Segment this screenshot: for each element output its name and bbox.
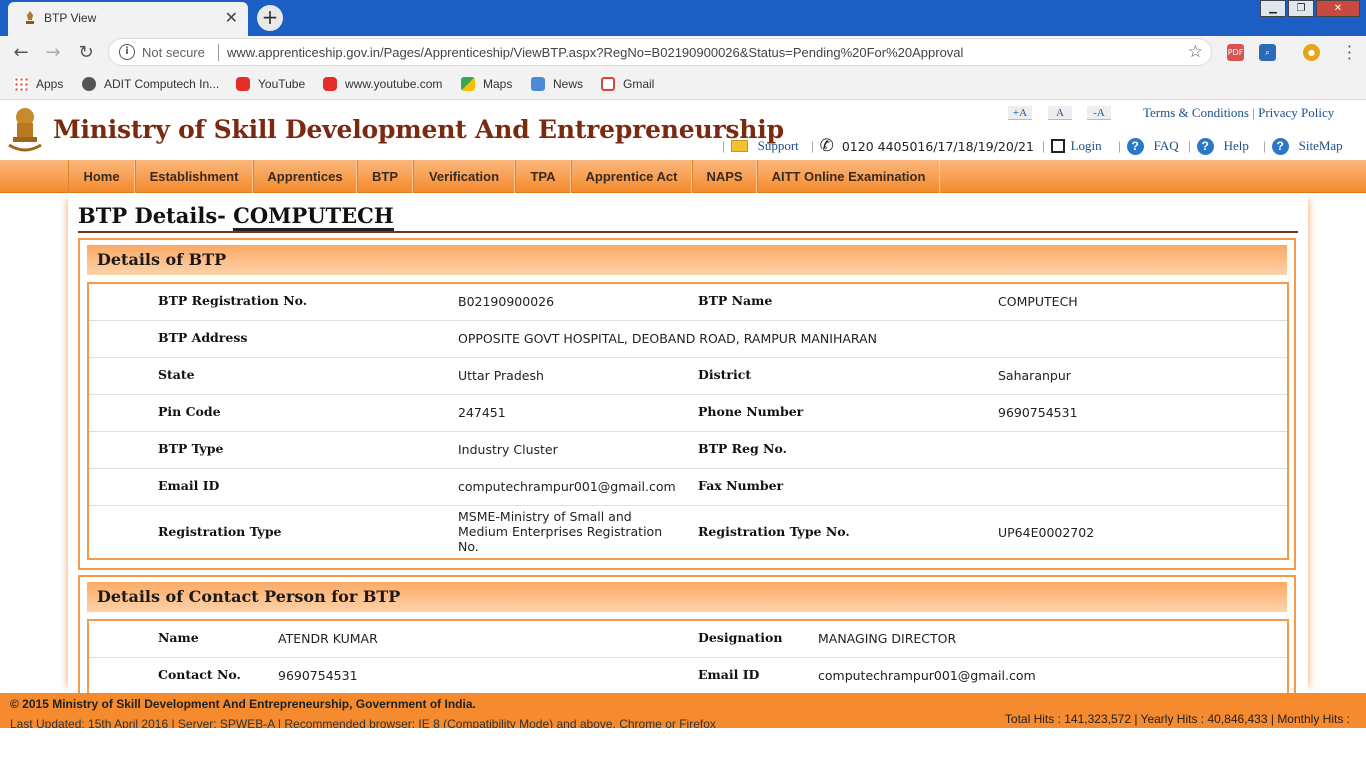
panel-header: Details of BTP bbox=[87, 245, 1287, 275]
nav-aitt-exam[interactable]: AITT Online Examination bbox=[757, 160, 940, 193]
new-tab-button[interactable]: + bbox=[257, 5, 283, 31]
btp-details-panel: Details of BTP BTP Registration No. B021… bbox=[78, 238, 1296, 570]
support-link[interactable]: | Support bbox=[722, 136, 799, 156]
back-icon[interactable]: ← bbox=[10, 42, 32, 64]
main-nav: Home Establishment Apprentices BTP Verif… bbox=[0, 160, 1366, 193]
nav-tpa[interactable]: TPA bbox=[515, 160, 571, 193]
contact-details-table: Name ATENDR KUMAR Designation MANAGING D… bbox=[87, 619, 1289, 693]
tab-title: BTP View bbox=[44, 11, 97, 25]
bookmarks-bar: Apps ADIT Computech In... YouTube www.yo… bbox=[0, 70, 1366, 100]
table-row: Email ID computechrampur001@gmail.com Fa… bbox=[89, 469, 1287, 506]
site-title: Ministry of Skill Development And Entrep… bbox=[53, 115, 784, 144]
external-link-icon bbox=[1050, 139, 1065, 153]
youtube-icon bbox=[236, 77, 250, 91]
nav-establishment[interactable]: Establishment bbox=[135, 160, 253, 193]
minimize-icon[interactable]: ▁ bbox=[1260, 0, 1286, 17]
maps-icon bbox=[461, 77, 475, 91]
font-normal-button[interactable]: A bbox=[1048, 106, 1072, 120]
url-text[interactable]: www.apprenticeship.gov.in/Pages/Apprenti… bbox=[227, 45, 963, 60]
question-icon: ? bbox=[1196, 137, 1214, 155]
bookmark-news[interactable]: News bbox=[531, 77, 583, 91]
bookmark-star-icon[interactable]: ☆ bbox=[1188, 42, 1203, 62]
table-row: State Uttar Pradesh District Saharanpur bbox=[89, 358, 1287, 395]
nav-home[interactable]: Home bbox=[68, 160, 135, 193]
nav-verification[interactable]: Verification bbox=[413, 160, 515, 193]
table-row: Contact No. 9690754531 Email ID computec… bbox=[158, 667, 1036, 683]
faq-link[interactable]: | ? FAQ bbox=[1118, 136, 1179, 156]
privacy-link[interactable]: Privacy Policy bbox=[1258, 105, 1334, 120]
btp-details-table: BTP Registration No. B02190900026 BTP Na… bbox=[87, 282, 1289, 560]
forward-icon[interactable]: → bbox=[42, 42, 64, 64]
font-decrease-button[interactable]: -A bbox=[1087, 106, 1111, 120]
phone-info: | ✆ 0120 4405016/17/18/19/20/21 bbox=[811, 136, 1034, 155]
bookmark-gmail[interactable]: Gmail bbox=[601, 77, 654, 91]
news-icon bbox=[531, 77, 545, 91]
bookmark-adit[interactable]: ADIT Computech In... bbox=[82, 77, 219, 91]
contact-details-panel: Details of Contact Person for BTP Name A… bbox=[78, 575, 1296, 693]
profile-extension-icon[interactable]: ● bbox=[1303, 44, 1320, 61]
page-title: BTP Details- COMPUTECH bbox=[78, 203, 394, 231]
top-links: Terms & Conditions | Privacy Policy bbox=[1143, 105, 1335, 120]
sitemap-link[interactable]: | ? SiteMap bbox=[1263, 136, 1343, 156]
bookmark-youtube[interactable]: YouTube bbox=[236, 77, 305, 91]
browser-titlebar: BTP View ✕ + ▁ ❐ ✕ bbox=[0, 0, 1366, 36]
nav-apprentice-act[interactable]: Apprentice Act bbox=[571, 160, 692, 193]
apps-grid-icon bbox=[14, 77, 28, 91]
copyright-text: © 2015 Ministry of Skill Development And… bbox=[10, 697, 476, 711]
address-divider bbox=[218, 44, 219, 61]
site-header: Ministry of Skill Development And Entrep… bbox=[0, 101, 1366, 161]
bookmark-maps[interactable]: Maps bbox=[461, 77, 512, 91]
terms-link[interactable]: Terms & Conditions bbox=[1143, 105, 1249, 120]
nav-btp[interactable]: BTP bbox=[357, 160, 413, 193]
browser-toolbar: ← → ↻ i Not secure www.apprenticeship.go… bbox=[0, 36, 1366, 70]
bookmark-youtube-com[interactable]: www.youtube.com bbox=[323, 77, 442, 91]
phone-icon: ✆ bbox=[819, 136, 834, 155]
security-label: Not secure bbox=[142, 45, 205, 60]
question-icon: ? bbox=[1271, 137, 1289, 155]
browser-menu-icon[interactable]: · · · bbox=[1347, 39, 1352, 67]
site-footer: © 2015 Ministry of Skill Development And… bbox=[0, 693, 1366, 728]
emblem-favicon-icon bbox=[26, 11, 34, 24]
main-content: BTP Details- COMPUTECH Details of BTP BT… bbox=[68, 193, 1308, 693]
table-row: Name ATENDR KUMAR Designation MANAGING D… bbox=[89, 621, 1287, 658]
youtube-icon bbox=[323, 77, 337, 91]
info-icon[interactable]: i bbox=[119, 44, 135, 60]
browser-tab[interactable]: BTP View ✕ bbox=[8, 2, 248, 36]
login-link[interactable]: | Login bbox=[1042, 136, 1102, 156]
title-divider bbox=[78, 231, 1298, 233]
search-extension-icon[interactable]: ⌕ bbox=[1259, 44, 1276, 61]
table-row: Pin Code 247451 Phone Number 9690754531 bbox=[89, 395, 1287, 432]
reload-icon[interactable]: ↻ bbox=[75, 42, 97, 64]
table-row: BTP Type Industry Cluster BTP Reg No. bbox=[89, 432, 1287, 469]
hit-counter: Total Hits : 141,323,572 | Yearly Hits :… bbox=[1004, 712, 1350, 726]
address-bar[interactable]: i Not secure www.apprenticeship.gov.in/P… bbox=[108, 38, 1212, 66]
window-controls: ▁ ❐ ✕ bbox=[1258, 0, 1360, 18]
help-link[interactable]: | ? Help bbox=[1188, 136, 1249, 156]
close-tab-icon[interactable]: ✕ bbox=[225, 8, 238, 27]
table-row: BTP Address OPPOSITE GOVT HOSPITAL, DEOB… bbox=[89, 321, 1287, 358]
blank-area bbox=[0, 728, 1366, 768]
window-close-icon[interactable]: ✕ bbox=[1316, 0, 1360, 17]
font-increase-button[interactable]: +A bbox=[1008, 106, 1032, 120]
national-emblem-icon bbox=[8, 108, 42, 152]
question-icon: ? bbox=[1126, 137, 1144, 155]
nav-apprentices[interactable]: Apprentices bbox=[253, 160, 357, 193]
bookmark-apps[interactable]: Apps bbox=[14, 77, 63, 91]
pdf-extension-icon[interactable]: PDF bbox=[1227, 44, 1244, 61]
table-row: Registration Type MSME-Ministry of Small… bbox=[158, 509, 1095, 554]
last-updated-text: Last Updated: 15th April 2016 | Server: … bbox=[10, 717, 716, 728]
table-row: BTP Registration No. B02190900026 BTP Na… bbox=[89, 284, 1287, 321]
mail-icon bbox=[730, 140, 748, 152]
restore-icon[interactable]: ❐ bbox=[1288, 0, 1314, 17]
gmail-icon bbox=[601, 77, 615, 91]
panel-header: Details of Contact Person for BTP bbox=[87, 582, 1287, 612]
btp-name-heading: COMPUTECH bbox=[233, 203, 394, 231]
nav-naps[interactable]: NAPS bbox=[692, 160, 757, 193]
globe-icon bbox=[82, 77, 96, 91]
